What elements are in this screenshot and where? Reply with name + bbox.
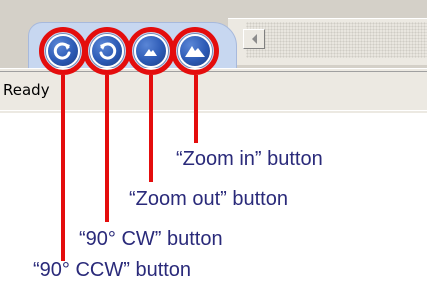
callout-line-zoom-in <box>194 75 198 143</box>
status-text: Ready <box>3 81 50 99</box>
top-edge <box>0 0 427 10</box>
highlight-ring-cw <box>83 27 131 75</box>
callout-rotate-cw: “90° CW” button <box>79 228 223 250</box>
highlight-ring-zoom-out <box>127 27 175 75</box>
callout-zoom-out: “Zoom out” button <box>129 188 288 210</box>
scroll-left-arrow-icon <box>251 34 257 44</box>
scrollbar-track[interactable] <box>246 22 427 58</box>
highlight-ring-ccw <box>39 27 87 75</box>
callout-line-ccw <box>61 75 65 261</box>
callout-line-cw <box>105 75 109 222</box>
callout-zoom-in: “Zoom in” button <box>176 148 323 170</box>
highlight-ring-zoom-in <box>171 27 219 75</box>
callout-rotate-ccw: “90° CCW” button <box>33 259 192 281</box>
scroll-left-button[interactable] <box>243 29 265 49</box>
callout-line-zoom-out <box>149 75 153 182</box>
